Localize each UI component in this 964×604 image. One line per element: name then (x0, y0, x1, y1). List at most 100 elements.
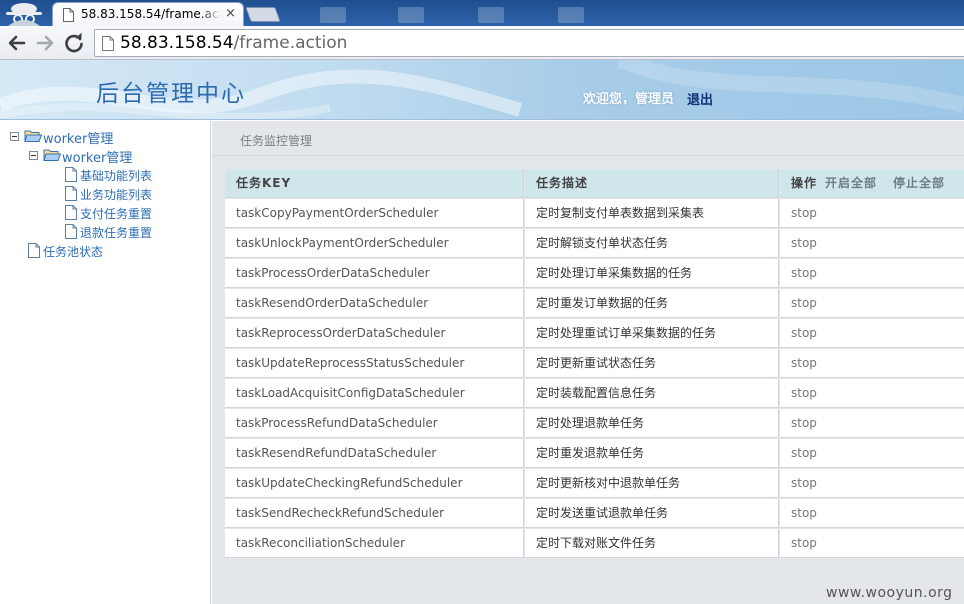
task-desc: 定时解锁支付单状态任务 (525, 229, 779, 258)
op-label: 操作 (791, 176, 818, 190)
table-row: taskProcessRefundDataScheduler 定时处理退款单任务… (225, 409, 964, 439)
stop-link[interactable]: stop (791, 506, 817, 520)
active-tab[interactable]: 58.83.158.54/frame.action × (52, 2, 244, 26)
taskbar-ghost-icon (558, 7, 584, 23)
task-key: taskSendRecheckRefundScheduler (225, 499, 524, 528)
table-row: taskResendOrderDataScheduler 定时重发订单数据的任务… (225, 289, 964, 319)
task-desc: 定时处理订单采集数据的任务 (525, 259, 779, 288)
table-row: taskUnlockPaymentOrderScheduler 定时解锁支付单状… (225, 229, 964, 259)
task-key: taskResendRefundDataScheduler (225, 439, 524, 468)
stop-link[interactable]: stop (791, 266, 817, 280)
start-all-link[interactable]: 开启全部 (825, 176, 877, 190)
stop-link[interactable]: stop (791, 476, 817, 490)
sidebar-tree: worker管理 worker管理 基础功能列表 业务功能列表 支付任务重置 退… (0, 121, 211, 604)
document-icon (28, 243, 40, 258)
stop-link[interactable]: stop (791, 536, 817, 550)
task-action-cell: stop (780, 229, 964, 258)
table-row: taskProcessOrderDataScheduler 定时处理订单采集数据… (225, 259, 964, 289)
tree-item-business-functions[interactable]: 业务功能列表 (65, 185, 205, 203)
stop-link[interactable]: stop (791, 236, 817, 250)
welcome-text: 欢迎您，管理员 (583, 92, 675, 107)
tree-node-root[interactable]: worker管理 (10, 128, 200, 147)
task-desc: 定时更新重试状态任务 (525, 349, 779, 378)
page-icon (102, 36, 114, 51)
breadcrumb: 任务监控管理 (240, 134, 313, 148)
stop-link[interactable]: stop (791, 416, 817, 430)
task-key: taskProcessRefundDataScheduler (225, 409, 524, 438)
stop-link[interactable]: stop (791, 296, 817, 310)
incognito-icon (6, 3, 42, 26)
task-desc: 定时处理退款单任务 (525, 409, 779, 438)
main-content: 任务监控管理 任务KEY 任务描述 操作 开启全部 停止全部 taskCopyPay… (212, 121, 964, 604)
page-title: 后台管理中心 (96, 81, 246, 107)
table-header-row: 任务KEY 任务描述 操作 开启全部 停止全部 (225, 169, 964, 199)
tree-item-label: 任务池状态 (43, 245, 104, 259)
address-bar[interactable]: 58.83.158.54/frame.action (94, 29, 964, 57)
tree-label-root: worker管理 (43, 132, 114, 147)
tree-node-group[interactable]: worker管理 (29, 147, 199, 166)
tree-item-payment-task-reset[interactable]: 支付任务重置 (65, 204, 205, 222)
reload-icon[interactable] (61, 30, 87, 56)
taskbar-ghost-icon (320, 7, 346, 23)
task-desc: 定时装载配置信息任务 (525, 379, 779, 408)
task-key: taskProcessOrderDataScheduler (225, 259, 524, 288)
back-arrow-icon[interactable] (4, 30, 30, 56)
task-action-cell: stop (780, 379, 964, 408)
stop-link[interactable]: stop (791, 446, 817, 460)
document-icon (65, 186, 77, 201)
task-desc: 定时发送重试退款单任务 (525, 499, 779, 528)
collapse-minus-icon[interactable] (10, 132, 19, 141)
table-row: taskReprocessOrderDataScheduler 定时处理重试订单… (225, 319, 964, 349)
task-key: taskResendOrderDataScheduler (225, 289, 524, 318)
table-row: taskLoadAcquisitConfigDataScheduler 定时装载… (225, 379, 964, 409)
tree-item-label: 业务功能列表 (80, 188, 153, 202)
column-header-key: 任务KEY (225, 169, 524, 198)
forward-arrow-icon[interactable] (32, 30, 58, 56)
task-desc: 定时重发订单数据的任务 (525, 289, 779, 318)
stop-link[interactable]: stop (791, 386, 817, 400)
task-desc: 定时下载对账文件任务 (525, 529, 779, 558)
divider (212, 155, 964, 156)
task-key: taskUpdateCheckingRefundScheduler (225, 469, 524, 498)
document-icon (65, 224, 77, 239)
collapse-minus-icon[interactable] (29, 151, 38, 160)
task-action-cell: stop (780, 439, 964, 468)
task-action-cell: stop (780, 319, 964, 348)
stop-link[interactable]: stop (791, 206, 817, 220)
table-row: taskCopyPaymentOrderScheduler 定时复制支付单表数据… (225, 199, 964, 229)
task-key: taskUnlockPaymentOrderScheduler (225, 229, 524, 258)
stop-link[interactable]: stop (791, 326, 817, 340)
url-text: 58.83.158.54/frame.action (120, 33, 347, 53)
browser-toolbar: 58.83.158.54/frame.action (0, 26, 964, 60)
url-path: /frame.action (233, 33, 348, 53)
page-icon (63, 8, 74, 22)
tree-item-basic-functions[interactable]: 基础功能列表 (65, 166, 205, 184)
stop-all-link[interactable]: 停止全部 (893, 176, 945, 190)
task-action-cell: stop (780, 199, 964, 228)
tree-label-group: worker管理 (62, 151, 133, 166)
task-key: taskLoadAcquisitConfigDataScheduler (225, 379, 524, 408)
task-key: taskCopyPaymentOrderScheduler (225, 199, 524, 228)
task-desc: 定时处理重试订单采集数据的任务 (525, 319, 779, 348)
folder-open-icon (24, 130, 42, 142)
tree-item-label: 退款任务重置 (80, 226, 153, 240)
tab-close-icon[interactable]: × (225, 5, 236, 23)
table-row: taskUpdateReprocessStatusScheduler 定时更新重… (225, 349, 964, 379)
tree-item-label: 基础功能列表 (80, 169, 153, 183)
tree-item-pool-status[interactable]: 任务池状态 (28, 242, 188, 260)
table-row: taskSendRecheckRefundScheduler 定时发送重试退款单… (225, 499, 964, 529)
task-action-cell: stop (780, 499, 964, 528)
task-action-cell: stop (780, 349, 964, 378)
task-action-cell: stop (780, 409, 964, 438)
task-action-cell: stop (780, 469, 964, 498)
task-key: taskReconciliationScheduler (225, 529, 524, 558)
stop-link[interactable]: stop (791, 356, 817, 370)
watermark: www.wooyun.org (826, 585, 953, 601)
new-tab-button[interactable] (245, 7, 281, 22)
tree-item-refund-task-reset[interactable]: 退款任务重置 (65, 223, 205, 241)
folder-open-icon (43, 149, 61, 161)
table-row: taskUpdateCheckingRefundScheduler 定时更新核对… (225, 469, 964, 499)
logout-link[interactable]: 退出 (687, 89, 713, 108)
task-key: taskReprocessOrderDataScheduler (225, 319, 524, 348)
table-row: taskResendRefundDataScheduler 定时重发退款单任务 … (225, 439, 964, 469)
